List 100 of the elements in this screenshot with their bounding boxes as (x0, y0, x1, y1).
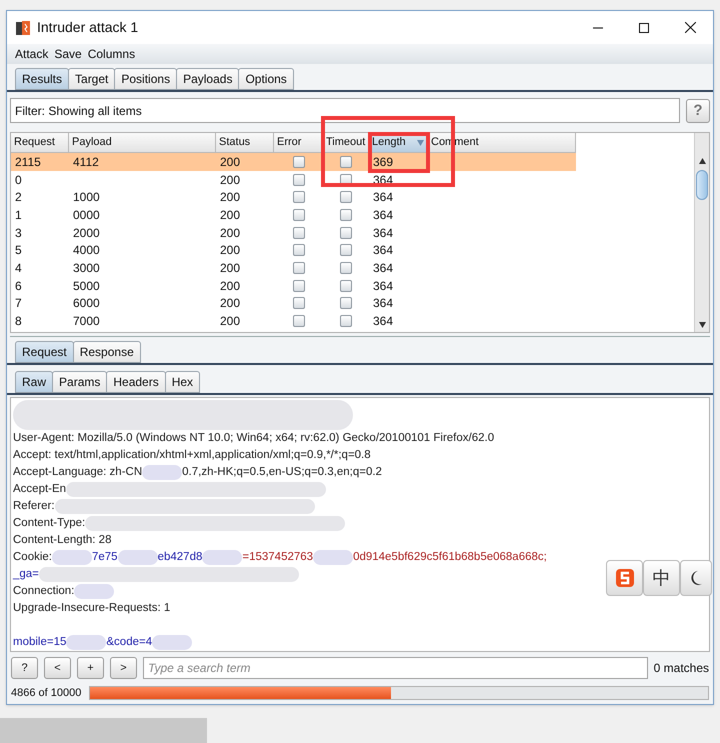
request-text: &code=4 (106, 635, 152, 650)
tab[interactable]: Request (15, 341, 74, 363)
request-text: 0.7,zh-HK;q=0.5,en-US;q=0.3,en;q=0.2 (182, 465, 382, 480)
nav-button[interactable]: < (44, 657, 71, 679)
tab[interactable]: Response (72, 341, 141, 363)
redaction-blur (52, 550, 92, 565)
checkbox[interactable] (292, 315, 304, 328)
menu-item[interactable]: Columns (88, 45, 136, 63)
checkbox[interactable] (292, 174, 304, 186)
tab[interactable]: Target (68, 68, 116, 90)
checkbox[interactable] (340, 280, 352, 292)
tab[interactable]: Payloads (176, 68, 240, 90)
table-cell-text: 200 (219, 224, 242, 242)
moon-icon (689, 570, 703, 586)
window-title: Intruder attack 1 (37, 18, 138, 37)
checkbox[interactable] (340, 226, 352, 239)
checkbox[interactable] (292, 280, 304, 292)
table-cell-text: 364 (372, 295, 394, 312)
request-text: 7e75 (92, 550, 118, 565)
checkbox[interactable] (292, 262, 304, 274)
checkbox[interactable] (340, 208, 352, 221)
checkbox[interactable] (292, 226, 304, 239)
nav-button[interactable]: + (77, 657, 104, 679)
search-field[interactable]: Type a search term (143, 657, 648, 679)
ime-logo-button[interactable] (606, 560, 643, 596)
tab[interactable]: Headers (106, 371, 166, 393)
checkbox[interactable] (292, 156, 304, 168)
table-cell: 1000 (73, 190, 100, 204)
request-text: _ga= (13, 567, 39, 582)
match-count: 0 matches (654, 660, 709, 677)
menu-item[interactable]: Attack (15, 45, 48, 63)
table-cell-text: 200 (219, 260, 242, 277)
checkbox[interactable] (292, 208, 304, 221)
checkbox[interactable] (340, 262, 352, 274)
ime-theme-button[interactable] (680, 560, 712, 596)
request-text: 0d914e5bf629c5f61b68b5e068a668c; (353, 550, 547, 565)
request-text: mobile=15 (13, 635, 66, 650)
sort-arrow-icon (417, 140, 424, 146)
table-cell-text: 200 (219, 206, 242, 224)
table-cell-text: 7 (14, 295, 23, 312)
column-header[interactable]: Error (274, 133, 323, 153)
scrollbar[interactable] (694, 133, 709, 332)
checkbox[interactable] (340, 244, 352, 256)
checkbox[interactable] (340, 297, 352, 310)
checkbox[interactable] (292, 297, 304, 310)
app-logo-icon (15, 20, 31, 36)
checkbox[interactable] (292, 191, 304, 204)
redaction-blur (152, 635, 192, 650)
checkbox[interactable] (292, 244, 304, 256)
table-cell-text: 200 (219, 189, 242, 206)
scroll-thumb[interactable] (696, 170, 708, 200)
scroll-up-icon[interactable] (698, 158, 706, 164)
message-editor[interactable] (10, 397, 710, 652)
table-cell-text: 200 (219, 295, 242, 312)
table-cell-text: 369 (372, 154, 394, 171)
tab[interactable]: Positions (114, 68, 178, 90)
table-cell-text: 200 (219, 154, 242, 171)
table-cell-text: 364 (372, 278, 394, 295)
checkbox[interactable] (340, 315, 352, 328)
scroll-down-icon[interactable] (698, 322, 706, 328)
request-text: User-Agent: Mozilla/5.0 (Windows NT 10.0; Win64; x64; rv:62.0) Gecko/20100101 Firefox/62.0 (13, 431, 494, 446)
table-cell-text: 8 (14, 313, 23, 330)
column-header[interactable]: Status (216, 133, 274, 153)
table-cell-text: 364 (372, 260, 394, 277)
table-cell-text: 364 (372, 189, 394, 206)
logo-icon (614, 568, 634, 588)
maximize-icon (639, 22, 649, 32)
nav-button[interactable]: > (110, 657, 137, 679)
request-text: Connection: (13, 584, 74, 599)
table-cell-text: 2115 (14, 154, 42, 171)
column-header[interactable]: Request (11, 133, 69, 153)
table-cell: 5000 (73, 278, 100, 293)
checkbox[interactable] (340, 191, 352, 204)
table-cell-text: 0 (14, 172, 23, 189)
table-cell-text: 3 (14, 224, 23, 242)
column-header[interactable]: Timeout (323, 133, 369, 153)
request-text: Content-Length: 28 (13, 533, 112, 548)
tab[interactable]: Options (238, 68, 294, 90)
menu-item[interactable]: Save (54, 45, 82, 63)
request-text: Accept-En (13, 482, 66, 497)
table-cell: 4000 (73, 243, 100, 258)
table-cell-text: 4 (14, 260, 23, 277)
tab[interactable]: Hex (164, 371, 200, 393)
tab[interactable]: Results (15, 68, 70, 90)
filter-bar[interactable]: Filter: Showing all items (10, 98, 680, 123)
tab[interactable]: Params (52, 371, 108, 393)
redaction-blur (313, 550, 354, 565)
checkbox[interactable] (340, 156, 352, 168)
ime-mode-button[interactable]: 中 (643, 560, 680, 596)
table-cell-text: 200 (219, 242, 242, 260)
table-cell-text: 364 (372, 313, 394, 330)
column-header[interactable]: Payload (69, 133, 216, 153)
help-button[interactable]: ? (686, 98, 710, 122)
redaction-blur (118, 550, 158, 565)
table-cell: 7000 (73, 314, 100, 328)
nav-button[interactable]: ? (11, 657, 38, 679)
table-cell: 0000 (73, 208, 100, 222)
table-row[interactable]: 2115 4112 200 369 (11, 153, 576, 171)
redaction-blur (74, 584, 114, 599)
tab[interactable]: Raw (15, 371, 54, 393)
